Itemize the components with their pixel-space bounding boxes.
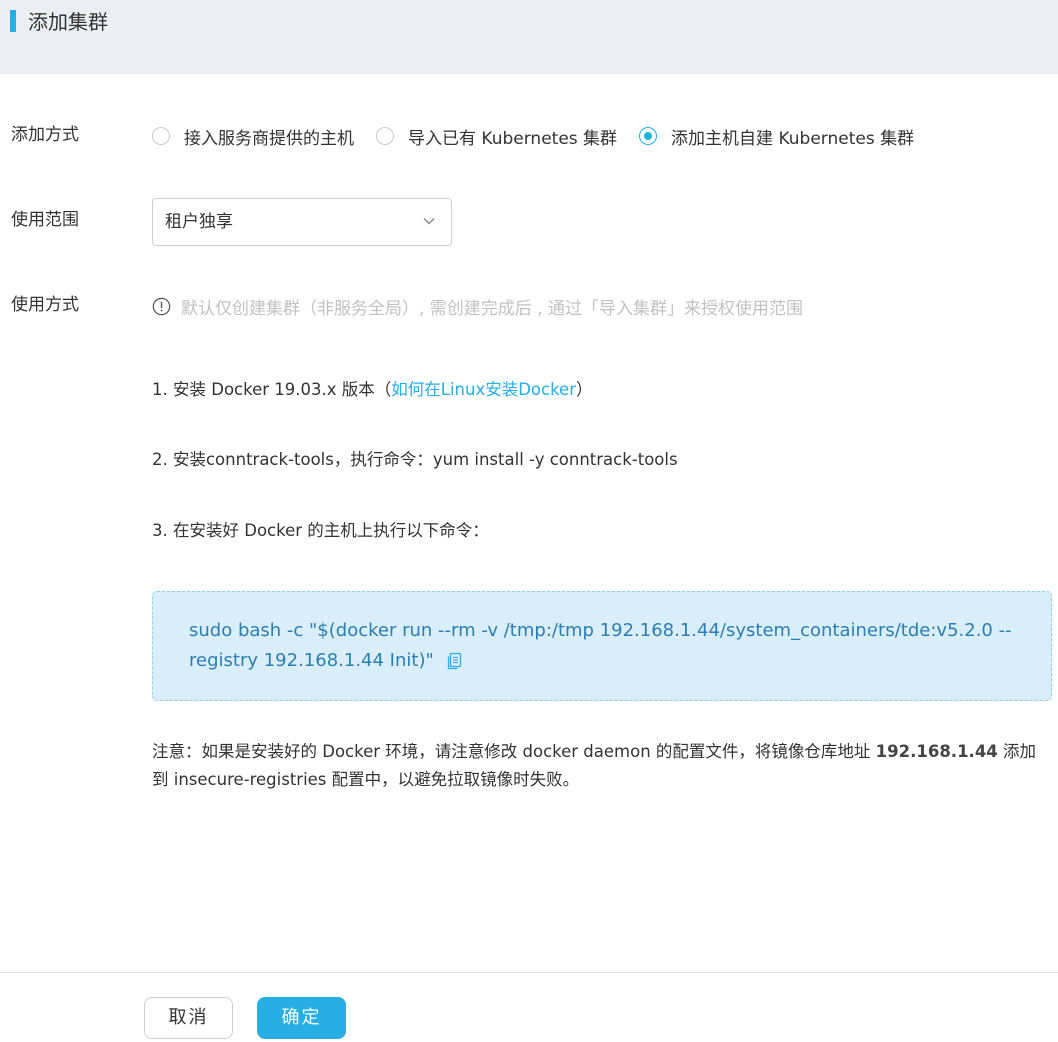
scope-select-value: 租户独享: [165, 212, 233, 232]
radio-circle-provider-hosts[interactable]: [152, 127, 170, 145]
scope-select[interactable]: 租户独享: [152, 198, 452, 246]
note-prefix: 注意：如果是安装好的 Docker 环境，请注意修改 docker daemon…: [152, 742, 876, 761]
radio-import-existing[interactable]: 导入已有 Kubernetes 集群: [376, 124, 617, 149]
radio-self-built[interactable]: 添加主机自建 Kubernetes 集群: [639, 124, 914, 149]
chevron-down-icon: [423, 218, 435, 225]
radio-circle-import-existing[interactable]: [376, 127, 394, 145]
usage-label: 使用方式: [11, 295, 79, 315]
add-method-label: 添加方式: [11, 125, 79, 145]
command-box: sudo bash -c "$(docker run --rm -v /tmp:…: [152, 591, 1052, 701]
step-1-prefix: 1. 安装 Docker 19.03.x 版本（: [152, 380, 392, 399]
scope-label: 使用范围: [11, 210, 79, 230]
radio-label-provider-hosts: 接入服务商提供的主机: [184, 128, 354, 149]
page-header: 添加集群: [0, 0, 1058, 74]
radio-label-self-built: 添加主机自建 Kubernetes 集群: [671, 128, 915, 149]
radio-provider-hosts[interactable]: 接入服务商提供的主机: [152, 124, 354, 149]
header-accent-bar: [10, 10, 16, 32]
confirm-button[interactable]: 确定: [257, 997, 346, 1039]
registry-note: 注意：如果是安装好的 Docker 环境，请注意修改 docker daemon…: [152, 738, 1052, 794]
install-docker-link[interactable]: 如何在Linux安装Docker: [391, 380, 576, 399]
step-2: 2. 安装conntrack-tools，执行命令：yum install -y…: [152, 450, 678, 469]
radio-circle-self-built[interactable]: [639, 127, 658, 145]
usage-info: 默认仅创建集群（非服务全局）, 需创建完成后 , 通过「导入集群」来授权使用范围: [152, 294, 803, 319]
note-registry-address: 192.168.1.44: [875, 742, 998, 761]
radio-label-import-existing: 导入已有 Kubernetes 集群: [408, 128, 618, 149]
copy-icon[interactable]: [444, 651, 464, 671]
cancel-button[interactable]: 取消: [144, 997, 233, 1039]
info-circle-icon: [152, 297, 171, 316]
command-text[interactable]: sudo bash -c "$(docker run --rm -v /tmp:…: [189, 620, 1012, 671]
footer-divider: [0, 972, 1058, 973]
add-method-radio-group: 接入服务商提供的主机 导入已有 Kubernetes 集群 添加主机自建 Kub…: [152, 123, 936, 149]
step-1: 1. 安装 Docker 19.03.x 版本（如何在Linux安装Docker…: [152, 378, 592, 402]
step-1-suffix: ）: [575, 380, 593, 399]
step-3: 3. 在安装好 Docker 的主机上执行以下命令：: [152, 521, 489, 540]
command-text-wrapper: sudo bash -c "$(docker run --rm -v /tmp:…: [189, 616, 1029, 676]
page-title: 添加集群: [28, 10, 108, 34]
usage-info-text: 默认仅创建集群（非服务全局）, 需创建完成后 , 通过「导入集群」来授权使用范围: [181, 299, 804, 319]
